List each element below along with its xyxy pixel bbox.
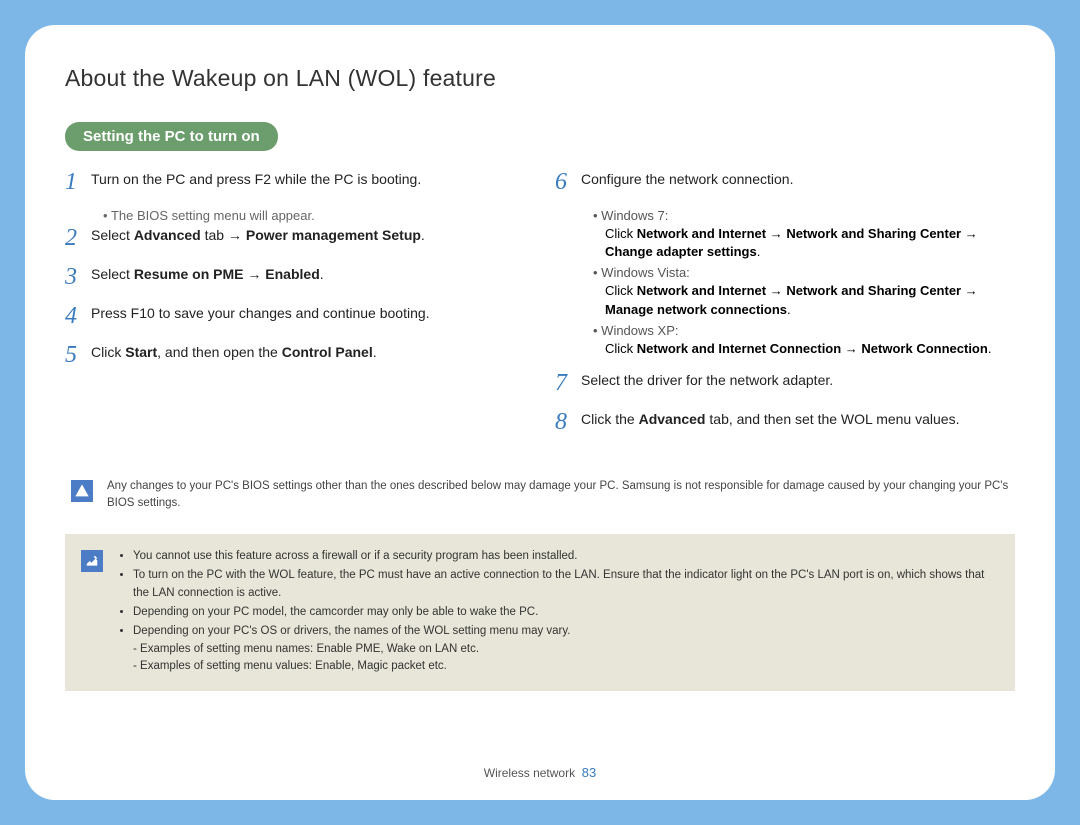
note-box: You cannot use this feature across a fir… bbox=[65, 534, 1015, 691]
note-sub-line: - Examples of setting menu values: Enabl… bbox=[133, 658, 999, 676]
step-number: 4 bbox=[65, 303, 91, 328]
step-number: 3 bbox=[65, 264, 91, 289]
section-heading-pill: Setting the PC to turn on bbox=[65, 122, 278, 151]
manual-page: About the Wakeup on LAN (WOL) feature Se… bbox=[25, 25, 1055, 800]
step-text: Press F10 to save your changes and conti… bbox=[91, 303, 525, 328]
note-icon bbox=[81, 550, 103, 572]
note-item: You cannot use this feature across a fir… bbox=[133, 548, 999, 566]
note-item: Depending on your PC model, the camcorde… bbox=[133, 604, 999, 622]
step-text: Select Advanced tab → Power management S… bbox=[91, 225, 525, 250]
step-text: Turn on the PC and press F2 while the PC… bbox=[91, 169, 525, 194]
step: 6Configure the network connection. bbox=[555, 169, 1015, 194]
step-text: Select the driver for the network adapte… bbox=[581, 370, 1015, 395]
os-detail: Click Network and Internet Connection → … bbox=[605, 340, 1015, 358]
note-item: Depending on your PC's OS or drivers, th… bbox=[133, 623, 999, 676]
warning-box: Any changes to your PC's BIOS settings o… bbox=[65, 478, 1015, 513]
page-number: 83 bbox=[582, 765, 596, 780]
step-number: 2 bbox=[65, 225, 91, 250]
step-subnote: The BIOS setting menu will appear. bbox=[103, 208, 525, 223]
os-name: Windows XP: bbox=[593, 323, 1015, 338]
step-number: 8 bbox=[555, 409, 581, 434]
step-text: Click the Advanced tab, and then set the… bbox=[581, 409, 1015, 434]
steps-columns: 1Turn on the PC and press F2 while the P… bbox=[65, 169, 1015, 448]
step: 7Select the driver for the network adapt… bbox=[555, 370, 1015, 395]
os-name: Windows Vista: bbox=[593, 265, 1015, 280]
step-number: 5 bbox=[65, 342, 91, 367]
step-number: 1 bbox=[65, 169, 91, 194]
note-list: You cannot use this feature across a fir… bbox=[117, 548, 999, 677]
step-text: Configure the network connection. bbox=[581, 169, 1015, 194]
warning-text: Any changes to your PC's BIOS settings o… bbox=[107, 478, 1009, 513]
step: 4Press F10 to save your changes and cont… bbox=[65, 303, 525, 328]
os-detail: Click Network and Internet → Network and… bbox=[605, 282, 1015, 318]
step: 1Turn on the PC and press F2 while the P… bbox=[65, 169, 525, 194]
footer-section: Wireless network bbox=[484, 766, 575, 780]
right-column: 6Configure the network connection. Window… bbox=[555, 169, 1015, 448]
warning-icon bbox=[71, 480, 93, 502]
note-sub-line: - Examples of setting menu names: Enable… bbox=[133, 641, 999, 659]
step-text: Click Start, and then open the Control P… bbox=[91, 342, 525, 367]
os-detail: Click Network and Internet → Network and… bbox=[605, 225, 1015, 261]
page-footer: Wireless network 83 bbox=[65, 751, 1015, 780]
step-number: 6 bbox=[555, 169, 581, 194]
step: 8Click the Advanced tab, and then set th… bbox=[555, 409, 1015, 434]
note-item: To turn on the PC with the WOL feature, … bbox=[133, 567, 999, 603]
step: 2Select Advanced tab → Power management … bbox=[65, 225, 525, 250]
os-name: Windows 7: bbox=[593, 208, 1015, 223]
step: 3Select Resume on PME → Enabled. bbox=[65, 264, 525, 289]
page-title: About the Wakeup on LAN (WOL) feature bbox=[65, 65, 1015, 92]
step: 5Click Start, and then open the Control … bbox=[65, 342, 525, 367]
step-text: Select Resume on PME → Enabled. bbox=[91, 264, 525, 289]
left-column: 1Turn on the PC and press F2 while the P… bbox=[65, 169, 525, 448]
step-number: 7 bbox=[555, 370, 581, 395]
